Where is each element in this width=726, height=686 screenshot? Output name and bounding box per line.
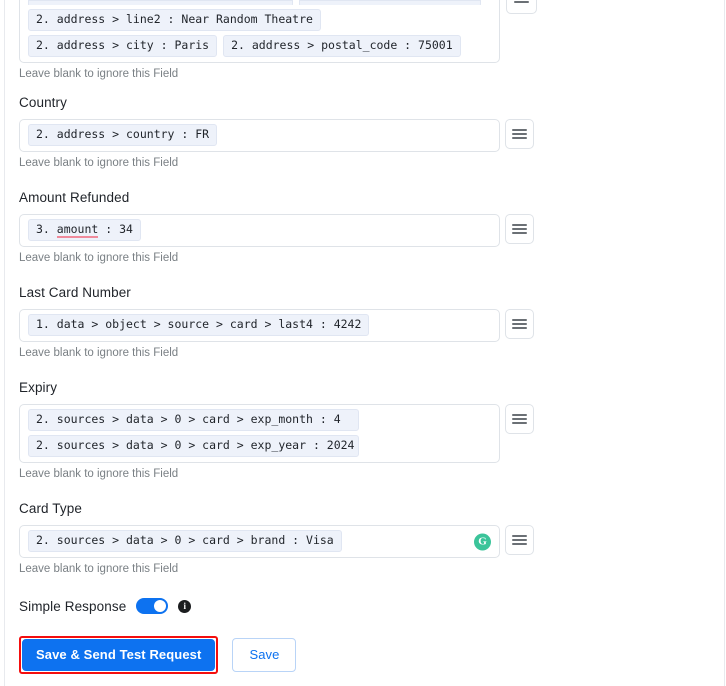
token-input-amount-refunded[interactable]: 3. amount : 34 xyxy=(19,214,500,247)
field-hint: Leave blank to ignore this Field xyxy=(19,252,179,264)
field-label-last-card-number: Last Card Number xyxy=(19,285,131,300)
token-input-card-type[interactable]: 2. sources > data > 0 > card > brand : V… xyxy=(19,525,500,558)
hamburger-icon-bar xyxy=(512,543,527,545)
save-button[interactable]: Save xyxy=(232,638,297,672)
token-chip[interactable]: 2. address > postal_code : 75001 xyxy=(223,35,461,57)
hamburger-icon-bar xyxy=(512,414,527,416)
field-handle-button-last-card-number[interactable] xyxy=(505,309,534,339)
token-chip[interactable]: 1. data > object > source > card > last4… xyxy=(28,314,370,336)
hamburger-icon-bar xyxy=(512,133,527,135)
field-group-expiry: Expiry 2. sources > data > 0 > card > ex… xyxy=(0,380,726,481)
field-group-clipped: 2. address > line1 : 1 Random Street 2. … xyxy=(0,0,726,81)
token-input-last-card-number[interactable]: 1. data > object > source > card > last4… xyxy=(19,309,500,342)
clipped-token-row: 2. address > line1 : 1 Random Street 2. … xyxy=(28,0,491,5)
token-prefix: 3. xyxy=(36,222,57,236)
field-hint: Leave blank to ignore this Field xyxy=(19,68,179,80)
primary-button-highlight: Save & Send Test Request xyxy=(19,636,219,674)
token-chip[interactable]: 2. sources > data > 0 > card > brand : V… xyxy=(28,530,342,552)
field-hint: Leave blank to ignore this Field xyxy=(19,468,179,480)
hamburger-icon-bar xyxy=(512,137,527,139)
token-chip[interactable]: 2. address > city : Paris xyxy=(28,35,218,57)
hamburger-icon-bar xyxy=(512,228,527,230)
simple-response-label: Simple Response xyxy=(19,598,127,614)
hamburger-icon-bar xyxy=(514,1,529,3)
field-group-card-type: Card Type 2. sources > data > 0 > card >… xyxy=(0,501,726,576)
hamburger-icon-bar xyxy=(512,418,527,420)
hamburger-icon-bar xyxy=(512,224,527,226)
field-handle-button-expiry[interactable] xyxy=(505,404,534,434)
token-input-clipped[interactable]: 2. address > line1 : 1 Random Street 2. … xyxy=(19,0,500,63)
field-group-country: Country 2. address > country : FR Leave … xyxy=(0,95,726,170)
field-handle-button-clipped[interactable] xyxy=(506,0,537,14)
field-group-last-card-number: Last Card Number 1. data > object > sour… xyxy=(0,285,726,360)
field-handle-button-card-type[interactable] xyxy=(505,525,534,555)
hamburger-icon-bar xyxy=(512,319,527,321)
token-chip[interactable]: 2. address > line1 : 1 Random Street xyxy=(28,0,294,5)
field-label-amount-refunded: Amount Refunded xyxy=(19,190,130,205)
field-mapping-form: 2. address > line1 : 1 Random Street 2. … xyxy=(0,0,726,686)
token-chip[interactable]: 3. amount : 34 xyxy=(28,219,141,241)
hamburger-icon-bar xyxy=(512,323,527,325)
token-chip[interactable]: 2. address > country : FR xyxy=(28,124,218,146)
hamburger-icon-bar xyxy=(512,422,527,424)
info-icon[interactable]: i xyxy=(178,599,192,613)
grammarly-icon[interactable]: G xyxy=(474,533,491,550)
field-hint: Leave blank to ignore this Field xyxy=(19,157,179,169)
hamburger-icon-bar xyxy=(512,327,527,329)
field-hint: Leave blank to ignore this Field xyxy=(19,563,179,575)
hamburger-icon-bar xyxy=(512,232,527,234)
token-chip[interactable]: 2. address > line2 : Near Random Theatre xyxy=(28,9,321,31)
token-misspelled-word: amount xyxy=(56,222,99,238)
token-suffix: : 34 xyxy=(98,222,133,236)
hamburger-icon-bar xyxy=(512,539,527,541)
token-chip[interactable]: 2. sources > data > 0 > card > exp_month… xyxy=(28,409,359,431)
simple-response-row: Simple Response i xyxy=(0,598,726,614)
simple-response-toggle[interactable] xyxy=(136,598,169,614)
hamburger-icon-bar xyxy=(512,535,527,537)
hamburger-icon-bar xyxy=(512,129,527,131)
toggle-knob xyxy=(154,600,167,612)
field-handle-button-amount-refunded[interactable] xyxy=(505,214,534,244)
field-group-amount-refunded: Amount Refunded 3. amount : 34 Leave bla… xyxy=(0,190,726,265)
token-input-country[interactable]: 2. address > country : FR xyxy=(19,119,500,152)
token-chip[interactable]: 2. address > state : IDF xyxy=(299,0,482,5)
field-label-expiry: Expiry xyxy=(19,380,58,395)
token-input-expiry[interactable]: 2. sources > data > 0 > card > exp_month… xyxy=(19,404,500,463)
token-chip[interactable]: 2. sources > data > 0 > card > exp_year … xyxy=(28,435,359,457)
field-hint: Leave blank to ignore this Field xyxy=(19,347,179,359)
field-label-country: Country xyxy=(19,95,67,110)
save-and-send-test-request-button[interactable]: Save & Send Test Request xyxy=(22,639,216,671)
field-handle-button-country[interactable] xyxy=(505,119,534,149)
form-actions: Save & Send Test Request Save xyxy=(0,636,726,674)
field-label-card-type: Card Type xyxy=(19,501,82,516)
